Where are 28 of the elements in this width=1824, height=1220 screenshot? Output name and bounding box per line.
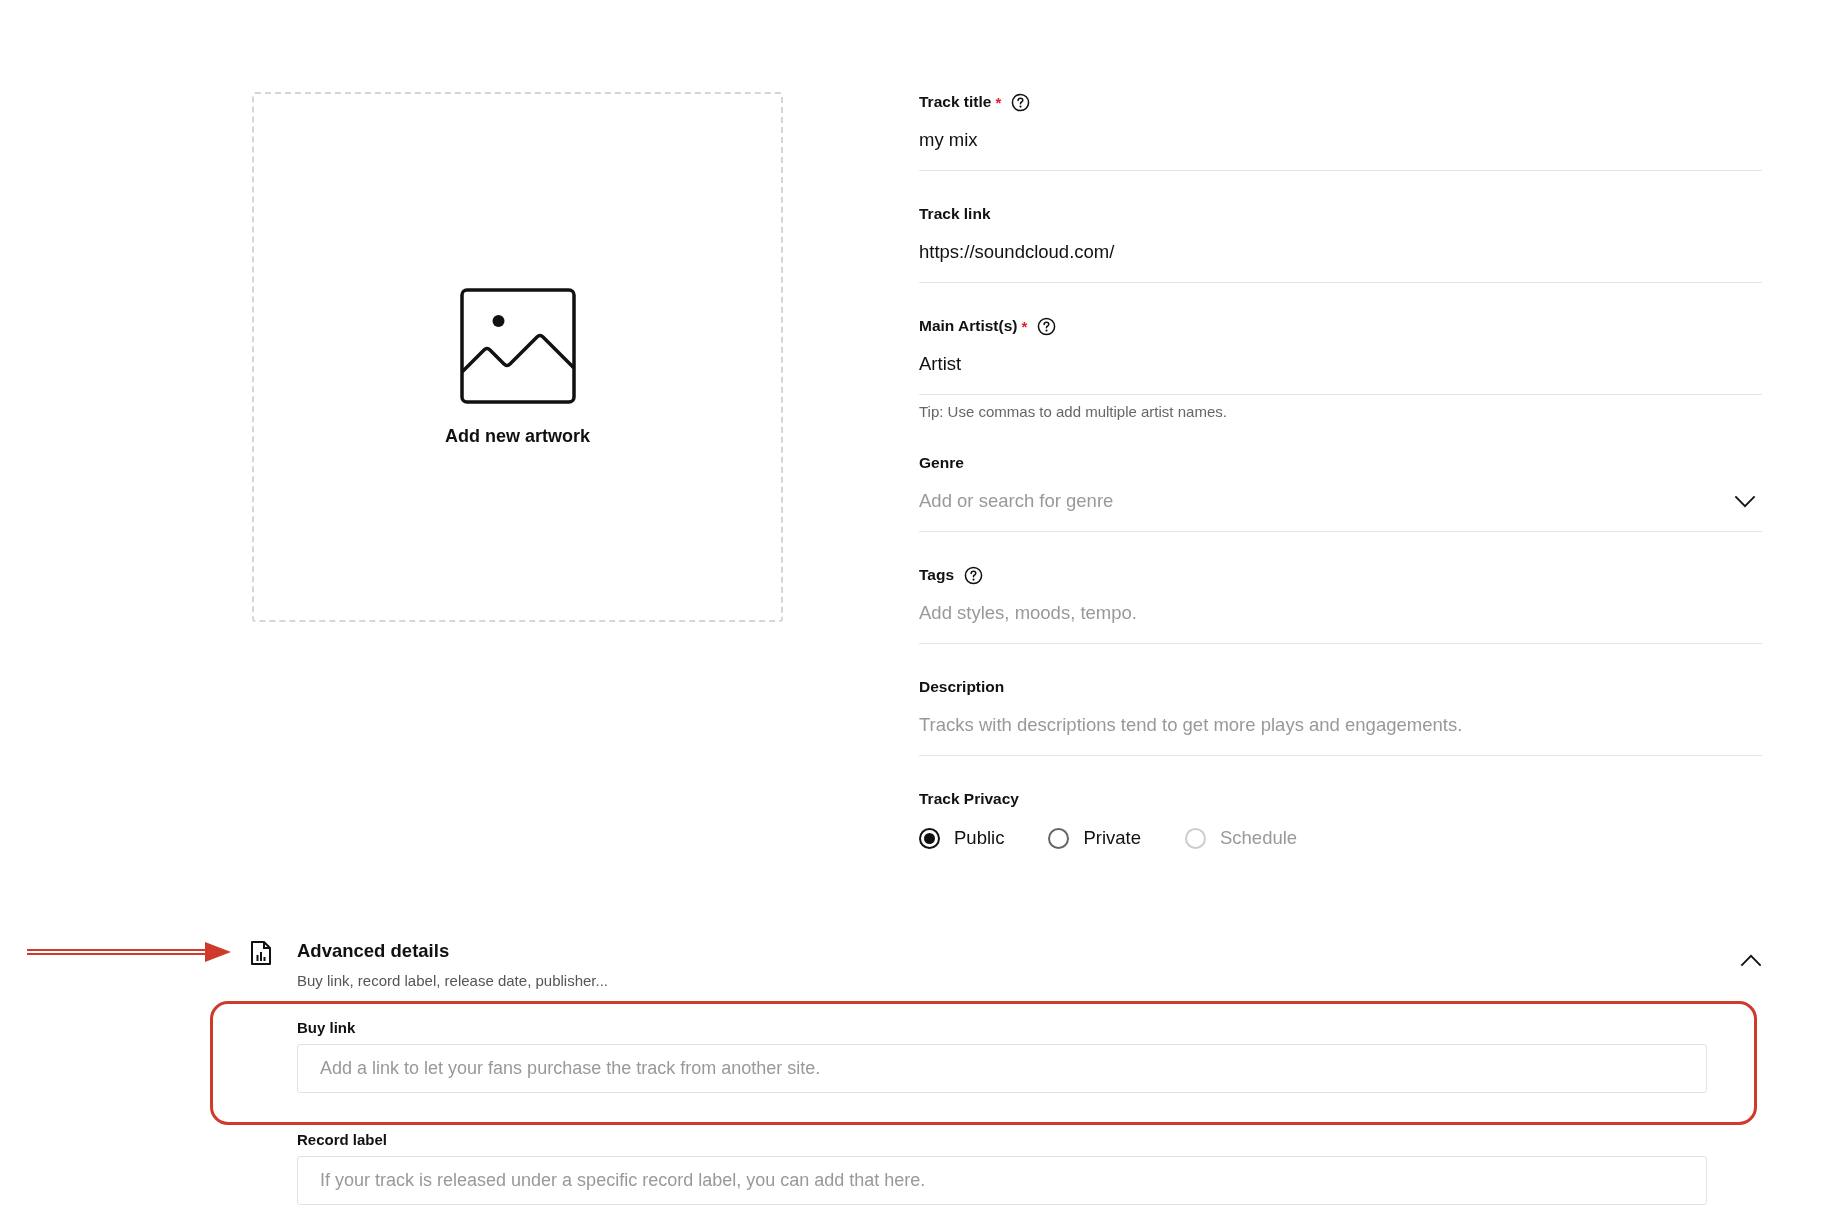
- help-icon[interactable]: [1011, 92, 1031, 112]
- chevron-down-icon: [1734, 495, 1756, 508]
- field-label: Description: [919, 678, 1005, 696]
- field-label: Track Privacy: [919, 790, 1019, 808]
- radio-option[interactable]: Public: [919, 827, 1005, 849]
- radio-option[interactable]: Private: [1048, 827, 1141, 849]
- text-field[interactable]: https://soundcloud.com/: [919, 240, 1762, 283]
- help-icon[interactable]: [1037, 316, 1057, 336]
- field-label: Main Artist(s): [919, 317, 1018, 335]
- required-mark: *: [1021, 317, 1028, 335]
- text-field[interactable]: my mix: [919, 128, 1762, 171]
- add-artwork-label: Add new artwork: [445, 425, 590, 447]
- field-label: Record label: [297, 1131, 389, 1148]
- field-label: Track title: [919, 93, 992, 111]
- image-icon: [459, 287, 576, 404]
- section-subtitle: Buy link, record label, release date, publisher...: [297, 972, 608, 989]
- required-mark: *: [995, 93, 1002, 111]
- section-title: Advanced details: [297, 940, 451, 962]
- field-label: Tags: [919, 566, 955, 584]
- field-label: Buy link: [297, 1019, 357, 1036]
- chevron-up-icon[interactable]: [1740, 954, 1762, 967]
- hint-text: Tip: Use commas to add multiple artist names.: [919, 403, 1228, 420]
- field-label: Track link: [919, 205, 991, 223]
- artwork-dropzone[interactable]: Add new artwork: [252, 92, 783, 622]
- text-field[interactable]: Artist: [919, 352, 1762, 395]
- field-label: Genre: [919, 454, 964, 472]
- help-icon[interactable]: [964, 565, 984, 585]
- document-chart-icon: [250, 940, 272, 966]
